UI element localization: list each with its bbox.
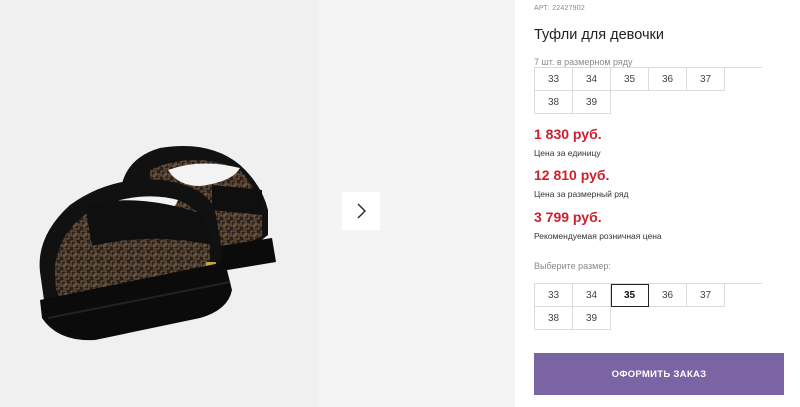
size-option[interactable]: 38 bbox=[535, 307, 573, 330]
article-number: АРТ: 22427902 bbox=[534, 5, 585, 12]
product-photo[interactable] bbox=[0, 0, 318, 407]
size-option[interactable]: 33 bbox=[535, 284, 573, 307]
size-option[interactable]: 36 bbox=[649, 284, 687, 307]
row-price: 12 810 руб. bbox=[534, 167, 610, 183]
product-title: Туфли для девочки bbox=[534, 27, 664, 43]
next-image-button[interactable] bbox=[342, 192, 380, 230]
product-gallery bbox=[0, 0, 515, 407]
size-option[interactable]: 39 bbox=[573, 307, 611, 330]
size-row-cell: 37 bbox=[687, 68, 725, 91]
choose-size-label: Выберите размер: bbox=[534, 261, 611, 271]
unit-price: 1 830 руб. bbox=[534, 126, 602, 142]
size-row-cell: 33 bbox=[535, 68, 573, 91]
retail-price-label: Рекомендуемая розничная цена bbox=[534, 231, 662, 241]
retail-price: 3 799 руб. bbox=[534, 209, 602, 225]
size-row-cell: 34 bbox=[573, 68, 611, 91]
order-button[interactable]: ОФОРМИТЬ ЗАКАЗ bbox=[534, 353, 784, 395]
product-info: АРТ: 22427902 Туфли для девочки 7 шт. в … bbox=[534, 0, 800, 407]
size-row-cell: 39 bbox=[573, 91, 611, 114]
chevron-right-icon bbox=[357, 203, 366, 219]
row-price-label: Цена за размерный ряд bbox=[534, 189, 629, 199]
unit-price-label: Цена за единицу bbox=[534, 148, 601, 158]
size-option[interactable]: 34 bbox=[573, 284, 611, 307]
size-row-cell: 38 bbox=[535, 91, 573, 114]
size-row-cell: 36 bbox=[649, 68, 687, 91]
size-option-selected[interactable]: 35 bbox=[611, 284, 649, 307]
size-option[interactable]: 37 bbox=[687, 284, 725, 307]
size-row-grid: 33 34 35 36 37 38 39 bbox=[534, 67, 762, 114]
loafers-image bbox=[39, 146, 276, 341]
size-row-note: 7 шт. в размерном ряду bbox=[534, 57, 633, 67]
size-row-cell: 35 bbox=[611, 68, 649, 91]
size-selector: 33 34 35 36 37 38 39 bbox=[534, 283, 762, 330]
